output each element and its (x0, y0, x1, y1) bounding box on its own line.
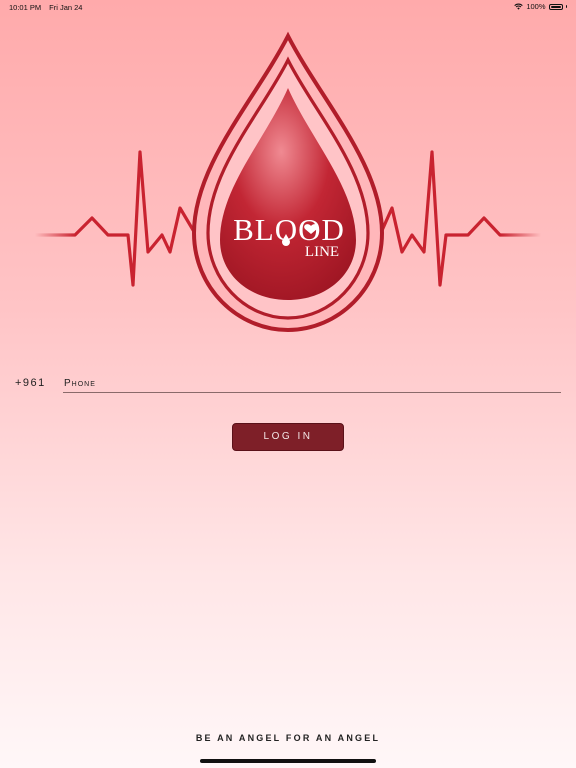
login-button[interactable]: LOG IN (232, 423, 344, 451)
logo-word-line: LINE (305, 244, 339, 260)
status-date: Fri Jan 24 (49, 3, 83, 12)
tagline: BE AN ANGEL FOR AN ANGEL (195, 733, 381, 743)
wifi-icon (514, 3, 524, 10)
status-bar: 10:01 PM Fri Jan 24 100% (0, 0, 576, 14)
phone-row: +961 (0, 372, 576, 396)
home-indicator[interactable] (200, 759, 376, 763)
country-code[interactable]: +961 (15, 377, 46, 389)
status-left: 10:01 PM Fri Jan 24 (9, 3, 82, 12)
battery-tip (565, 5, 567, 8)
status-right: 100% (514, 2, 567, 11)
battery-icon (548, 3, 563, 10)
phone-input[interactable] (63, 374, 561, 393)
battery-percent: 100% (526, 2, 546, 11)
blood-line-logo: BLOOD LINE (33, 31, 543, 333)
status-time: 10:01 PM (9, 3, 42, 12)
